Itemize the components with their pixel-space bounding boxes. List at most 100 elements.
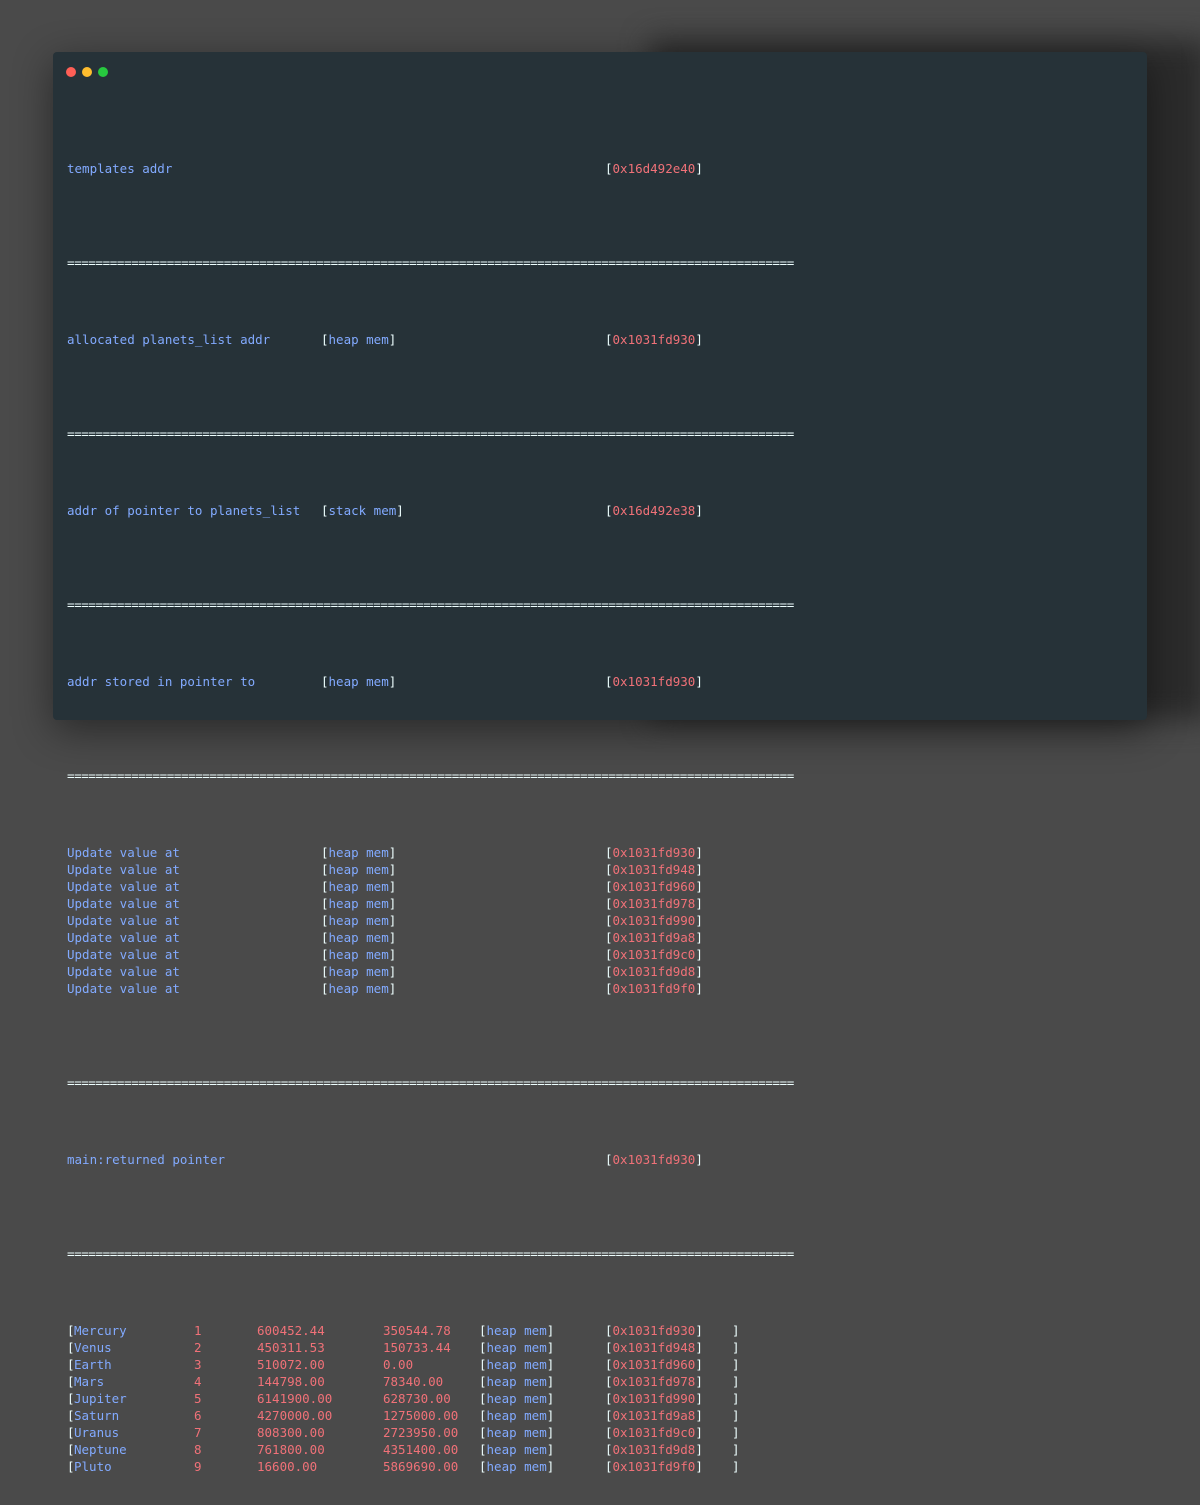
memory-type: stack mem	[328, 503, 397, 518]
output-line-returned: main:returned pointer [0x1031fd930]	[67, 1152, 703, 1167]
bracket-close: ]	[732, 1425, 740, 1440]
line-label: addr stored in pointer to	[67, 674, 256, 689]
bracket-close: ]	[695, 1408, 703, 1423]
planet-id: 1	[194, 1323, 202, 1338]
planet-value-1: 600452.44	[257, 1323, 325, 1338]
address-value: 0x1031fd930	[612, 1323, 696, 1338]
separator-line: ========================================…	[67, 1246, 794, 1261]
planet-value-2: 78340.00	[383, 1374, 444, 1389]
planet-value-2: 4351400.00	[383, 1442, 459, 1457]
planet-value-1: 16600.00	[257, 1459, 318, 1474]
address-value: 0x1031fd948	[612, 862, 696, 877]
address-value: 0x1031fd9c0	[612, 1425, 696, 1440]
memory-type: heap mem	[328, 896, 389, 911]
memory-type: heap mem	[328, 862, 389, 877]
address-value: 0x1031fd990	[612, 913, 696, 928]
bracket-close: ]	[546, 1442, 555, 1457]
bracket-open: [	[479, 1323, 487, 1338]
bracket-close: ]	[732, 1391, 740, 1406]
address-value: 0x1031fd9f0	[612, 981, 696, 996]
bracket-close: ]	[695, 1357, 703, 1372]
bracket-open: [	[479, 1408, 487, 1423]
maximize-button[interactable]	[98, 67, 108, 77]
separator-line: ========================================…	[67, 255, 794, 270]
bracket-close: ]	[546, 1408, 555, 1423]
update-line: Update value at [heap mem] [0x1031fd960]	[67, 878, 1137, 895]
bracket-open: [	[321, 862, 329, 877]
line-label: templates addr	[67, 161, 173, 176]
bracket-close: ]	[546, 1323, 555, 1338]
update-line: Update value at [heap mem] [0x1031fd948]	[67, 861, 1137, 878]
output-line-templates-addr: templates addr [0x16d492e40]	[67, 161, 703, 176]
planet-value-2: 2723950.00	[383, 1425, 459, 1440]
terminal-window: templates addr [0x16d492e40] ===========…	[53, 52, 1147, 1474]
update-line: Update value at [heap mem] [0x1031fd9a8]	[67, 929, 1137, 946]
bracket-close: ]	[695, 981, 703, 996]
line-label: Update value at	[67, 879, 180, 894]
bracket-close: ]	[388, 845, 397, 860]
separator-line: ========================================…	[67, 1075, 794, 1090]
line-label: Update value at	[67, 862, 180, 877]
planet-id: 4	[194, 1374, 202, 1389]
bracket-open: [	[605, 913, 613, 928]
planet-row: [Mercury 1 600452.44 350544.78 [heap mem] [0x…	[67, 1322, 1137, 1339]
update-lines: Update value at [heap mem] [0x1031fd930] Up…	[67, 844, 1137, 997]
line-label: addr of pointer to planets_list	[67, 503, 301, 518]
bracket-close: ]	[695, 896, 703, 911]
bracket-open: [	[479, 1425, 487, 1440]
bracket-close: ]	[546, 1374, 555, 1389]
planet-row: [Pluto 9 16600.00 5869690.00 [heap mem] [0x10…	[67, 1458, 1137, 1475]
planet-name: Neptune	[74, 1442, 127, 1457]
planet-value-1: 6141900.00	[257, 1391, 333, 1406]
planet-row: [Neptune 8 761800.00 4351400.00 [heap mem] [0…	[67, 1441, 1137, 1458]
planet-row: [Earth 3 510072.00 0.00 [heap mem] [0x1031fd9…	[67, 1356, 1137, 1373]
line-label: Update value at	[67, 964, 180, 979]
bracket-open: [	[479, 1374, 487, 1389]
planet-id: 3	[194, 1357, 202, 1372]
update-line: Update value at [heap mem] [0x1031fd930]	[67, 844, 1137, 861]
bracket-close: ]	[732, 1340, 740, 1355]
planet-value-2: 628730.00	[383, 1391, 451, 1406]
bracket-close: ]	[732, 1323, 740, 1338]
bracket-close: ]	[732, 1357, 740, 1372]
minimize-button[interactable]	[82, 67, 92, 77]
memory-type: heap mem	[486, 1323, 547, 1338]
bracket-close: ]	[695, 913, 703, 928]
separator-line: ========================================…	[67, 597, 794, 612]
update-line: Update value at [heap mem] [0x1031fd9d8]	[67, 963, 1137, 980]
planet-value-2: 0.00	[383, 1357, 414, 1372]
bracket-close: ]	[546, 1357, 555, 1372]
bracket-close: ]	[388, 913, 397, 928]
planet-value-1: 808300.00	[257, 1425, 325, 1440]
address-value: 0x1031fd990	[612, 1391, 696, 1406]
terminal-output: templates addr [0x16d492e40] ===========…	[67, 100, 1137, 1505]
bracket-open: [	[605, 1391, 613, 1406]
bracket-open: [	[479, 1459, 487, 1474]
memory-type: heap mem	[486, 1425, 547, 1440]
bracket-open: [	[321, 930, 329, 945]
bracket-close: ]	[695, 964, 703, 979]
memory-type: heap mem	[328, 947, 389, 962]
update-line: Update value at [heap mem] [0x1031fd990]	[67, 912, 1137, 929]
address-value: 0x1031fd960	[612, 879, 696, 894]
bracket-open: [	[321, 964, 329, 979]
bracket-open: [	[605, 981, 613, 996]
line-label: main:returned pointer	[67, 1152, 226, 1167]
line-label: Update value at	[67, 981, 180, 996]
planet-id: 6	[194, 1408, 202, 1423]
bracket-open: [	[605, 879, 613, 894]
planet-value-2: 1275000.00	[383, 1408, 459, 1423]
planet-name: Mars	[74, 1374, 105, 1389]
bracket-close: ]	[388, 879, 397, 894]
planet-id: 2	[194, 1340, 202, 1355]
bracket-close: ]	[388, 896, 397, 911]
bracket-close: ]	[388, 947, 397, 962]
line-label: Update value at	[67, 947, 180, 962]
bracket-open: [	[605, 1442, 613, 1457]
bracket-open: [	[605, 862, 613, 877]
planet-name: Jupiter	[74, 1391, 127, 1406]
memory-type: heap mem	[328, 981, 389, 996]
close-button[interactable]	[66, 67, 76, 77]
address-value: 0x1031fd930	[612, 1152, 696, 1167]
bracket-open: [	[605, 930, 613, 945]
